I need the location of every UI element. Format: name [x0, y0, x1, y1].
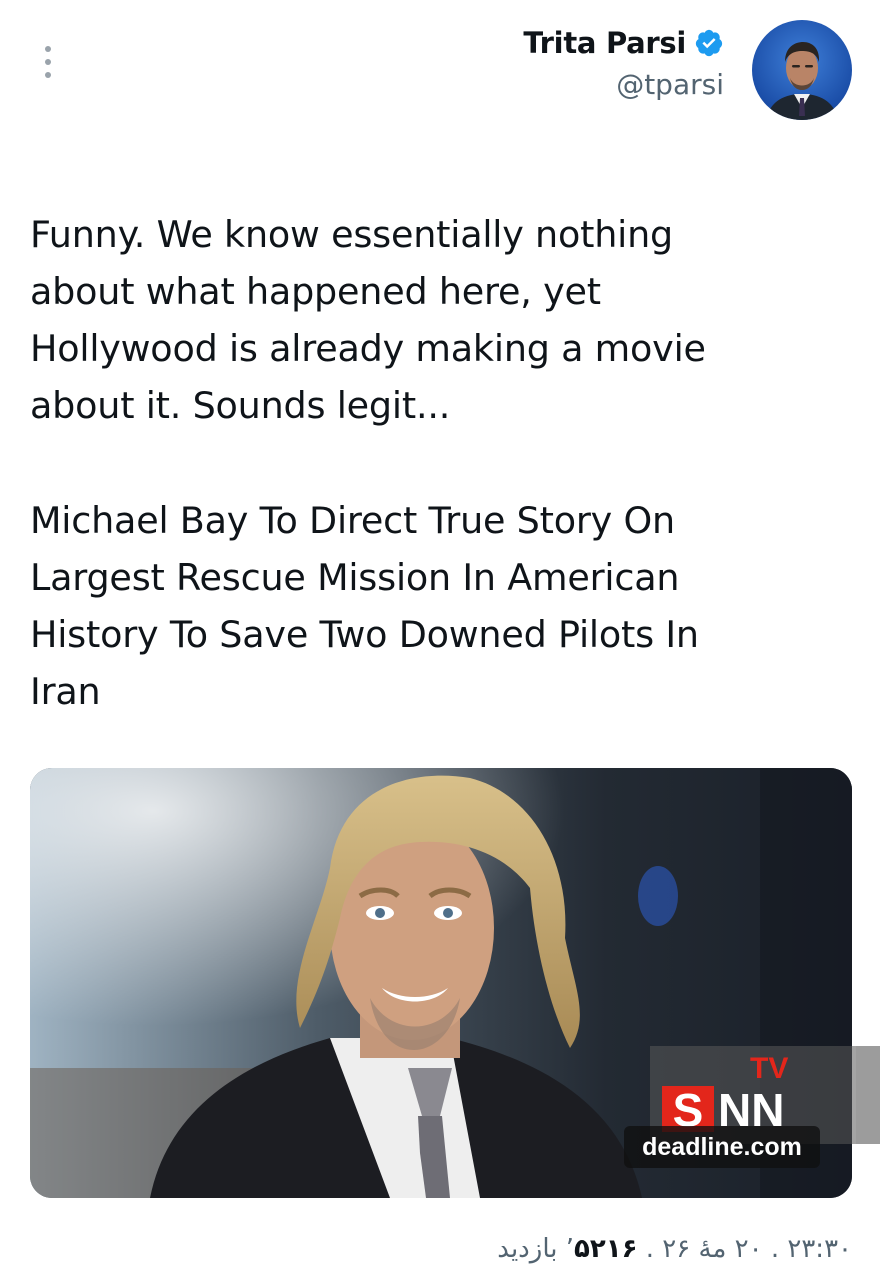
meta-separator: .	[637, 1234, 663, 1264]
author-display-name[interactable]: Trita Parsi	[523, 26, 686, 60]
tweet-paragraph-headline: Michael Bay To Direct True Story On Larg…	[30, 492, 850, 720]
tweet-meta: ۲۳:۳۰ . ۲۰ مهٔ ۲۶ . ۵۲۱۶’ بازدید	[497, 1234, 852, 1264]
watermark-tv-text: TV	[750, 1052, 788, 1085]
tweet-line: Michael Bay To Direct True Story On	[30, 499, 675, 542]
tweet-line: Funny. We know essentially nothing	[30, 213, 673, 256]
tweet-line: Iran	[30, 670, 101, 713]
author-text: Trita Parsi @tparsi	[523, 20, 724, 101]
author-handle[interactable]: @tparsi	[523, 68, 724, 101]
tweet-author[interactable]: Trita Parsi @tparsi	[523, 20, 852, 120]
tweet-line: Hollywood is already making a movie	[30, 327, 706, 370]
avatar-photo	[766, 42, 838, 120]
more-options-icon[interactable]	[36, 44, 60, 80]
media-source-label: deadline.com	[624, 1126, 820, 1168]
verified-badge-icon	[695, 29, 723, 57]
name-row: Trita Parsi	[523, 26, 724, 60]
tweet-line: about it. Sounds legit...	[30, 384, 451, 427]
views-label: ’ بازدید	[497, 1234, 575, 1264]
tweet-line: Largest Rescue Mission In American	[30, 556, 680, 599]
avatar[interactable]	[752, 20, 852, 120]
tweet-line: about what happened here, yet	[30, 270, 601, 313]
tweet-date[interactable]: ۲۰ مهٔ ۲۶	[662, 1234, 762, 1264]
views-count: ۵۲۱۶	[574, 1234, 638, 1264]
tweet-paragraph-comment: Funny. We know essentially nothing about…	[30, 206, 850, 434]
tweet-text: Funny. We know essentially nothing about…	[30, 206, 850, 720]
meta-separator: .	[762, 1234, 788, 1264]
tweet-time[interactable]: ۲۳:۳۰	[787, 1234, 852, 1264]
tweet-line: History To Save Two Downed Pilots In	[30, 613, 699, 656]
